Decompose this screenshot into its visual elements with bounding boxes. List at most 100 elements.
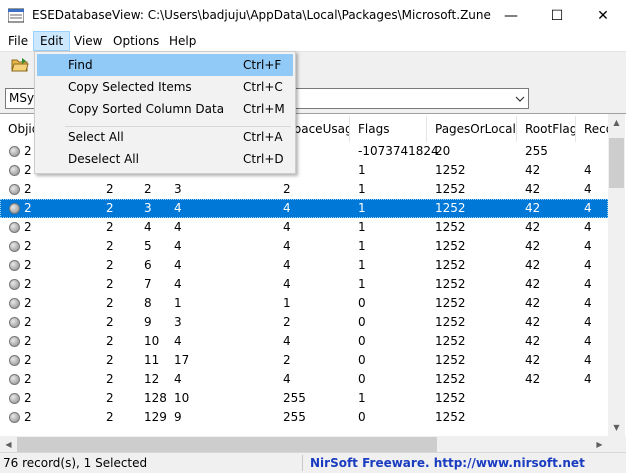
table-cell: 2	[24, 201, 32, 215]
table-cell: 4	[174, 258, 182, 272]
horizontal-scroll-thumb[interactable]	[17, 437, 437, 452]
record-icon	[9, 393, 20, 404]
menu-file[interactable]: File	[2, 31, 34, 51]
table-cell: 2	[24, 163, 32, 177]
menu-item-copy-sorted[interactable]: Copy Sorted Column Data Ctrl+M	[37, 98, 293, 120]
table-cell: 2	[106, 258, 114, 272]
menu-item-shortcut: Ctrl+D	[243, 152, 284, 166]
open-folder-icon[interactable]	[11, 57, 29, 73]
table-cell: 42	[525, 239, 541, 253]
table-cell: 2	[24, 353, 32, 367]
table-row[interactable]: 2 2 2 3 2 1 1252 42 4	[0, 180, 608, 199]
table-cell: 1252	[435, 315, 466, 329]
table-cell: 2	[283, 182, 291, 196]
menu-item-shortcut: Ctrl+A	[243, 130, 283, 144]
table-cell: 0	[358, 315, 366, 329]
vertical-scroll-thumb[interactable]	[609, 138, 624, 188]
table-cell: 4	[174, 239, 182, 253]
table-cell: 0	[358, 334, 366, 348]
table-cell: 255	[283, 410, 306, 424]
table-row[interactable]: 2 2 10 4 4 0 1252 42 4	[0, 332, 608, 351]
table-cell: 4	[174, 201, 182, 215]
table-cell: 1	[358, 239, 366, 253]
table-row[interactable]: 2 2 8 1 1 0 1252 42 4	[0, 294, 608, 313]
status-bar: 76 record(s), 1 Selected NirSoft Freewar…	[0, 452, 626, 473]
minimize-button[interactable]: —	[488, 0, 534, 31]
scroll-right-icon[interactable]: ▶	[591, 436, 608, 452]
table-row[interactable]: 2 2 3 4 4 1 1252 42 4	[0, 199, 608, 218]
table-cell: 2	[106, 372, 114, 386]
table-row[interactable]: 2 2 5 4 4 1 1252 42 4	[0, 237, 608, 256]
table-cell: 1252	[435, 353, 466, 367]
scroll-left-icon[interactable]: ◀	[0, 436, 17, 452]
column-header-pagesorlocale[interactable]: PagesOrLocale	[427, 116, 517, 142]
table-cell: 2	[106, 182, 114, 196]
table-cell: 2	[24, 144, 32, 158]
table-cell: 42	[525, 315, 541, 329]
scroll-up-icon[interactable]: ▲	[608, 114, 625, 131]
menu-edit[interactable]: Edit	[33, 31, 71, 51]
table-cell: 4	[584, 277, 592, 291]
menu-view[interactable]: View	[68, 31, 108, 51]
table-row[interactable]: 2 2 129 9 255 0 1252	[0, 408, 608, 427]
table-cell: 20	[435, 144, 451, 158]
column-header-flags[interactable]: Flags	[350, 116, 427, 142]
scrollbar-corner	[608, 436, 626, 452]
table-cell: 2	[106, 277, 114, 291]
table-cell: -1073741824	[358, 144, 439, 158]
menu-item-deselect-all[interactable]: Deselect All Ctrl+D	[37, 148, 293, 170]
record-icon	[9, 184, 20, 195]
table-row[interactable]: 2 2 11 17 2 0 1252 42 4	[0, 351, 608, 370]
record-icon	[9, 298, 20, 309]
record-icon	[9, 222, 20, 233]
menu-item-label: Copy Sorted Column Data	[68, 102, 225, 116]
close-button[interactable]: ✕	[580, 0, 626, 31]
menu-item-shortcut: Ctrl+F	[243, 58, 282, 72]
table-row[interactable]: 2 2 4 4 4 1 1252 42 4	[0, 218, 608, 237]
table-row[interactable]: 2 2 128 10 255 1 1252	[0, 389, 608, 408]
table-cell: 255	[525, 144, 548, 158]
table-cell: 1252	[435, 391, 466, 405]
horizontal-scrollbar[interactable]: ◀ ▶	[0, 436, 608, 452]
menu-item-copy-selected[interactable]: Copy Selected Items Ctrl+C	[37, 76, 293, 98]
record-icon	[9, 374, 20, 385]
table-cell: 2	[24, 239, 32, 253]
maximize-button[interactable]: ☐	[534, 0, 580, 31]
record-icon	[9, 165, 20, 176]
column-header-rootflag[interactable]: RootFlag	[517, 116, 576, 142]
chevron-down-icon[interactable]	[511, 89, 528, 108]
table-cell: 6	[144, 258, 152, 272]
table-cell: 17	[174, 353, 190, 367]
table-cell: 10	[174, 391, 190, 405]
column-header-reco[interactable]: Reco	[576, 116, 608, 142]
table-cell: 2	[24, 391, 32, 405]
menu-item-find[interactable]: Find Ctrl+F	[37, 54, 293, 76]
table-cell: 3	[174, 182, 182, 196]
scroll-down-icon[interactable]: ▼	[608, 419, 625, 436]
table-cell: 2	[24, 182, 32, 196]
table-cell: 4	[584, 239, 592, 253]
table-row[interactable]: 2 2 7 4 4 1 1252 42 4	[0, 275, 608, 294]
table-cell: 1252	[435, 334, 466, 348]
table-cell: 1252	[435, 296, 466, 310]
menu-item-label: Find	[68, 58, 93, 72]
menu-help[interactable]: Help	[163, 31, 202, 51]
table-cell: 1	[358, 201, 366, 215]
vertical-scrollbar[interactable]: ▲ ▼	[608, 114, 625, 436]
table-row[interactable]: 2 2 12 4 4 0 1252 42 4	[0, 370, 608, 389]
record-icon	[9, 203, 20, 214]
table-cell: 10	[144, 334, 160, 348]
table-cell: 4	[283, 372, 291, 386]
table-cell: 3	[174, 315, 182, 329]
table-cell: 1252	[435, 372, 466, 386]
table-cell: 42	[525, 220, 541, 234]
record-icon	[9, 412, 20, 423]
menu-options[interactable]: Options	[107, 31, 165, 51]
table-cell: 1	[358, 182, 366, 196]
menu-item-shortcut: Ctrl+C	[243, 80, 283, 94]
nirsoft-link[interactable]: NirSoft Freeware. http://www.nirsoft.net	[310, 453, 585, 473]
menu-item-select-all[interactable]: Select All Ctrl+A	[37, 126, 293, 148]
table-row[interactable]: 2 2 9 3 2 0 1252 42 4	[0, 313, 608, 332]
table-row[interactable]: 2 2 6 4 4 1 1252 42 4	[0, 256, 608, 275]
table-cell: 2	[106, 391, 114, 405]
